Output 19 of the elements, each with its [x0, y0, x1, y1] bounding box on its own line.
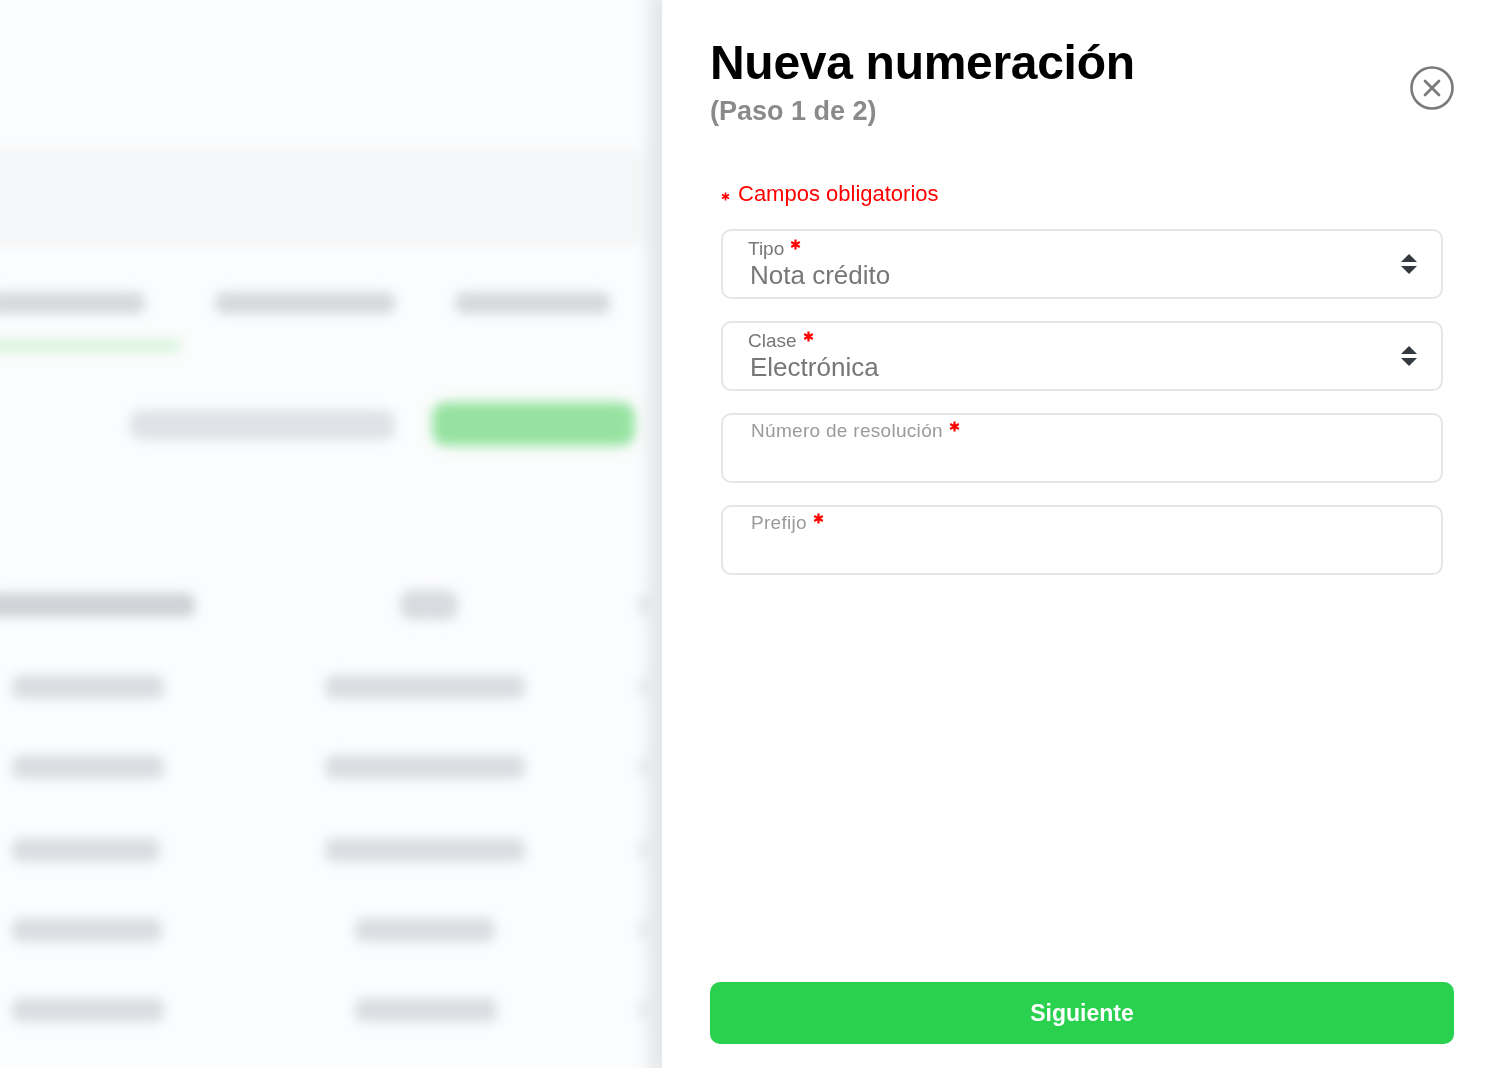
asterisk-icon [721, 191, 730, 201]
step-indicator: (Paso 1 de 2) [710, 96, 877, 126]
required-fields-note: Campos obligatorios [738, 181, 939, 207]
field-label: Clase [748, 330, 814, 352]
close-button[interactable] [1410, 66, 1454, 110]
panel-title: Nueva numeración [710, 37, 1135, 89]
text-field[interactable]: Número de resolución [721, 413, 1443, 483]
up-down-arrows-icon [1401, 254, 1417, 274]
field-label: Número de resolución [751, 420, 960, 442]
field-label: Tipo [748, 238, 802, 260]
select-value: Electrónica [750, 352, 879, 382]
up-down-arrows-icon [1401, 346, 1417, 366]
text-field[interactable]: Prefijo [721, 505, 1443, 575]
close-icon [1410, 66, 1454, 110]
select-field[interactable]: Tipo Nota crédito [721, 229, 1443, 299]
next-button[interactable]: Siguiente [710, 982, 1454, 1044]
select-field[interactable]: Clase Electrónica [721, 321, 1443, 391]
field-label: Prefijo [751, 512, 824, 534]
select-value: Nota crédito [750, 260, 891, 290]
